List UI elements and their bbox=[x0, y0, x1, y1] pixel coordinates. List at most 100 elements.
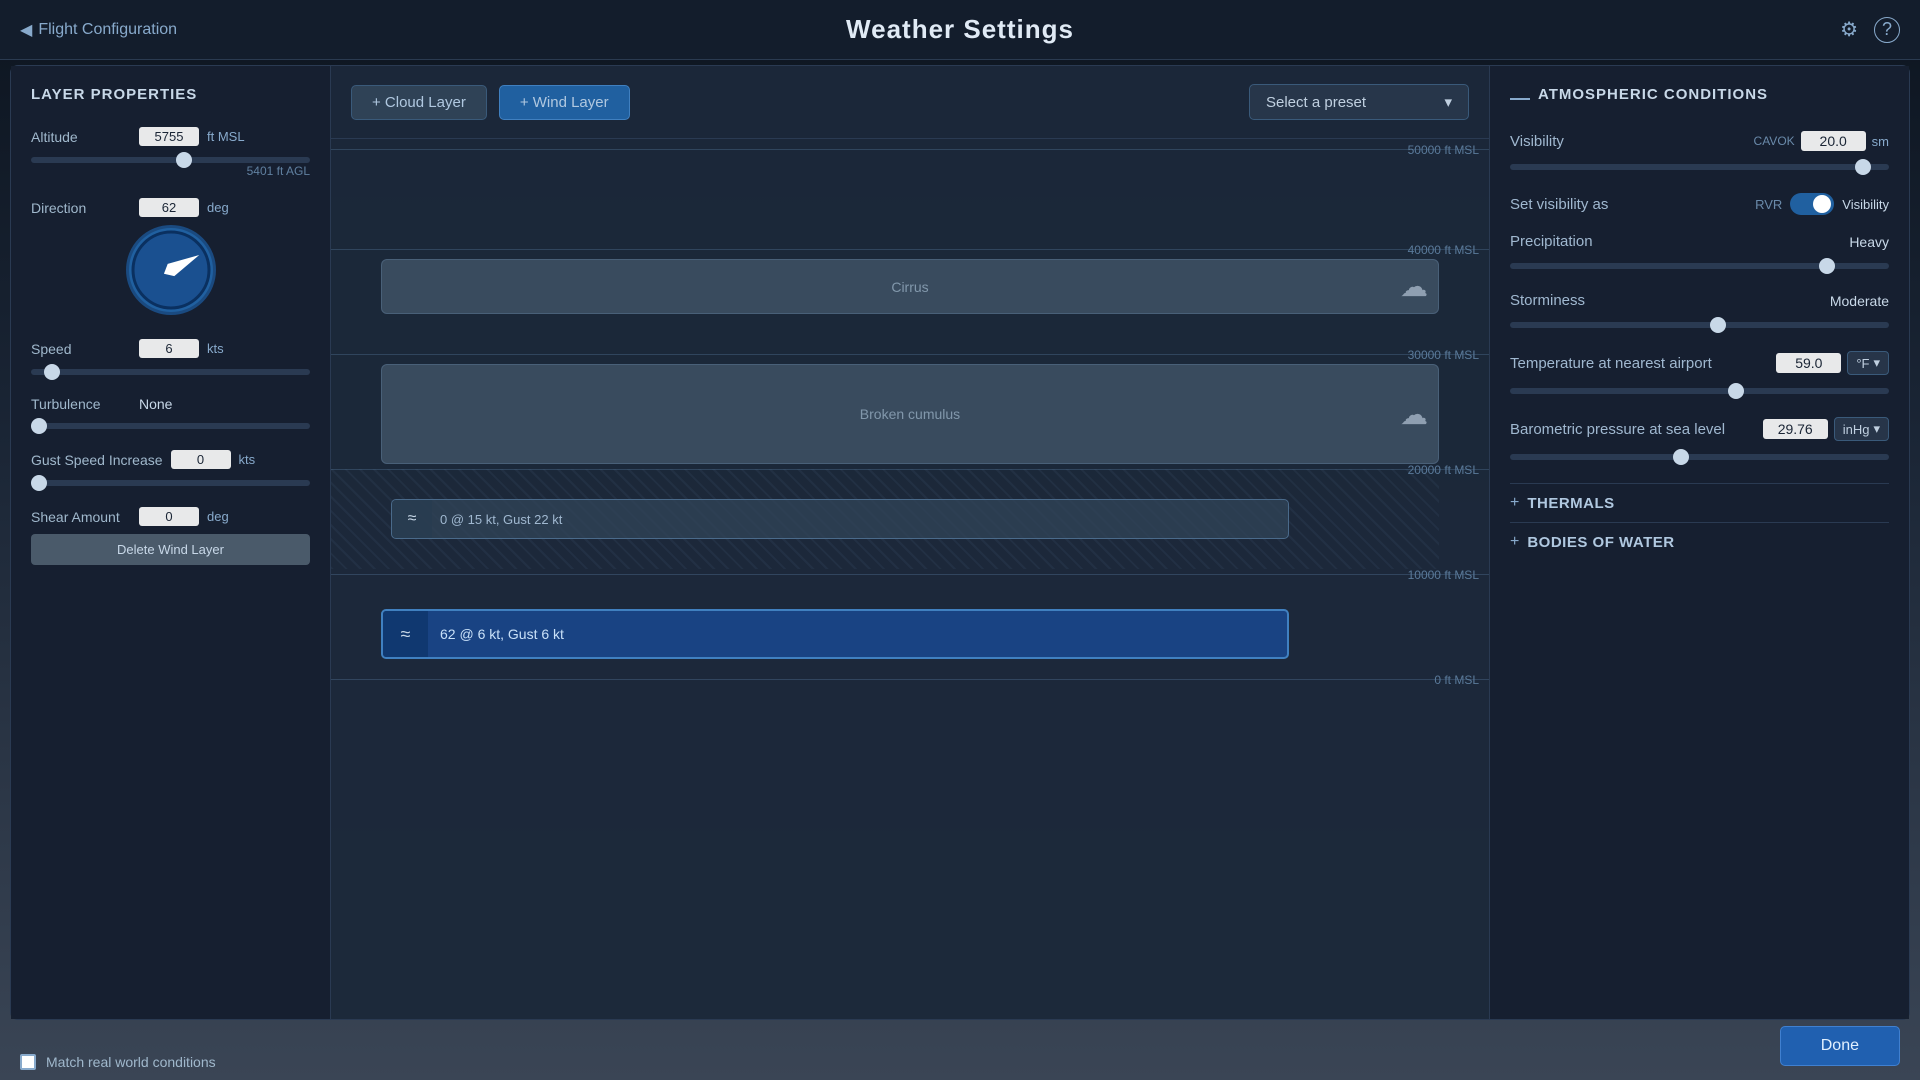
altitude-label: Altitude bbox=[31, 129, 131, 145]
wind-layer-upper-info: 0 @ 15 kt, Gust 22 kt bbox=[440, 512, 562, 527]
set-visibility-label: Set visibility as bbox=[1510, 196, 1608, 213]
barometric-row: Barometric pressure at sea level inHg ▾ bbox=[1510, 417, 1889, 441]
cloud-layer-button[interactable]: + Cloud Layer bbox=[351, 85, 487, 120]
visibility-slider[interactable] bbox=[1510, 164, 1889, 170]
speed-label: Speed bbox=[31, 341, 131, 357]
altitude-label-0: 0 ft MSL bbox=[1434, 673, 1479, 687]
altitude-input[interactable] bbox=[139, 127, 199, 146]
barometric-chevron-icon: ▾ bbox=[1873, 421, 1880, 437]
altitude-label-30000: 30000 ft MSL bbox=[1408, 348, 1479, 362]
gust-speed-row: Gust Speed Increase kts bbox=[31, 450, 310, 469]
preset-dropdown[interactable]: Select a preset ▾ bbox=[1249, 84, 1469, 120]
compass[interactable] bbox=[126, 225, 216, 315]
broken-cumulus-layer[interactable]: Broken cumulus ☁ bbox=[381, 364, 1439, 464]
thermals-plus-icon: + bbox=[1510, 494, 1519, 512]
match-real-world-row: Match real world conditions bbox=[20, 1054, 216, 1070]
altitude-label-40000: 40000 ft MSL bbox=[1408, 243, 1479, 257]
title-line-decoration bbox=[1510, 98, 1530, 100]
shear-label: Shear Amount bbox=[31, 509, 131, 525]
storminess-value: Moderate bbox=[1830, 293, 1889, 309]
speed-input[interactable] bbox=[139, 339, 199, 358]
atmospheric-conditions-label: ATMOSPHERIC CONDITIONS bbox=[1538, 86, 1768, 103]
wind-layer-active-info: 62 @ 6 kt, Gust 6 kt bbox=[428, 626, 564, 642]
bodies-of-water-title: BODIES OF WATER bbox=[1527, 534, 1674, 551]
direction-label: Direction bbox=[31, 200, 131, 216]
barometric-slider[interactable] bbox=[1510, 454, 1889, 460]
turbulence-value: None bbox=[139, 396, 172, 412]
visibility-mode-label: Visibility bbox=[1842, 197, 1889, 212]
visibility-input[interactable] bbox=[1801, 131, 1866, 151]
shear-unit: deg bbox=[207, 509, 229, 524]
altitude-line-40000: 40000 ft MSL bbox=[331, 249, 1489, 250]
left-panel: LAYER PROPERTIES Altitude ft MSL 5401 ft… bbox=[11, 66, 331, 1019]
right-panel: ATMOSPHERIC CONDITIONS Visibility CAVOK … bbox=[1489, 66, 1909, 1019]
temperature-label: Temperature at nearest airport bbox=[1510, 355, 1712, 372]
direction-input[interactable] bbox=[139, 198, 199, 217]
turbulence-slider[interactable] bbox=[31, 423, 310, 429]
visibility-toggle[interactable] bbox=[1790, 193, 1834, 215]
help-icon[interactable]: ? bbox=[1874, 17, 1900, 43]
storminess-row: Storminess Moderate bbox=[1510, 292, 1889, 309]
visibility-label: Visibility bbox=[1510, 133, 1564, 150]
thermals-header[interactable]: + THERMALS bbox=[1510, 483, 1889, 522]
wind-layer-upper[interactable]: ≈ 0 @ 15 kt, Gust 22 kt bbox=[391, 499, 1289, 539]
turbulence-label: Turbulence bbox=[31, 396, 131, 412]
weather-visualization: 50000 ft MSL 40000 ft MSL Cirrus ☁ 30000… bbox=[331, 139, 1489, 1019]
speed-section: Speed kts bbox=[31, 339, 310, 380]
shear-section: Shear Amount deg Delete Wind Layer bbox=[31, 507, 310, 565]
shear-input[interactable] bbox=[139, 507, 199, 526]
gust-speed-slider[interactable] bbox=[31, 480, 310, 486]
temperature-row: Temperature at nearest airport °F ▾ bbox=[1510, 351, 1889, 375]
barometric-label: Barometric pressure at sea level bbox=[1510, 421, 1725, 438]
wind-layer-active[interactable]: ≈ 62 @ 6 kt, Gust 6 kt bbox=[381, 609, 1289, 659]
speed-unit: kts bbox=[207, 341, 224, 356]
precipitation-value: Heavy bbox=[1849, 234, 1889, 250]
temperature-unit-dropdown[interactable]: °F ▾ bbox=[1847, 351, 1889, 375]
back-link[interactable]: ◀ Flight Configuration bbox=[0, 20, 197, 40]
back-label: Flight Configuration bbox=[38, 21, 177, 39]
barometric-unit-dropdown[interactable]: inHg ▾ bbox=[1834, 417, 1889, 441]
precipitation-slider[interactable] bbox=[1510, 263, 1889, 269]
visibility-unit: sm bbox=[1872, 134, 1889, 149]
temperature-unit-label: °F bbox=[1856, 356, 1869, 371]
back-icon: ◀ bbox=[20, 20, 32, 40]
altitude-slider[interactable] bbox=[31, 157, 310, 163]
temperature-section: Temperature at nearest airport °F ▾ bbox=[1510, 351, 1889, 399]
gust-speed-label: Gust Speed Increase bbox=[31, 452, 163, 468]
cirrus-layer[interactable]: Cirrus ☁ bbox=[381, 259, 1439, 314]
top-bar: ◀ Flight Configuration Weather Settings … bbox=[0, 0, 1920, 60]
match-real-world-label: Match real world conditions bbox=[46, 1054, 216, 1070]
compass-svg bbox=[131, 230, 211, 310]
altitude-label-50000: 50000 ft MSL bbox=[1408, 143, 1479, 157]
atmospheric-conditions-title: ATMOSPHERIC CONDITIONS bbox=[1510, 86, 1889, 111]
barometric-input[interactable] bbox=[1763, 419, 1828, 439]
temperature-input[interactable] bbox=[1776, 353, 1841, 373]
speed-slider[interactable] bbox=[31, 369, 310, 375]
storminess-slider[interactable] bbox=[1510, 322, 1889, 328]
gust-speed-input[interactable] bbox=[171, 450, 231, 469]
altitude-line-50000: 50000 ft MSL bbox=[331, 149, 1489, 150]
speed-row: Speed kts bbox=[31, 339, 310, 358]
settings-icon[interactable]: ⚙ bbox=[1840, 17, 1858, 42]
turbulence-row: Turbulence None bbox=[31, 396, 310, 412]
done-button[interactable]: Done bbox=[1780, 1026, 1900, 1066]
direction-section: Direction deg bbox=[31, 198, 310, 323]
direction-unit: deg bbox=[207, 200, 229, 215]
thermals-title: THERMALS bbox=[1527, 495, 1614, 512]
gust-speed-section: Gust Speed Increase kts bbox=[31, 450, 310, 491]
match-real-world-checkbox[interactable] bbox=[20, 1054, 36, 1070]
compass-container bbox=[31, 225, 310, 315]
preset-label: Select a preset bbox=[1266, 94, 1366, 111]
layer-buttons-bar: + Cloud Layer + Wind Layer Select a pres… bbox=[331, 66, 1489, 139]
storminess-section: Storminess Moderate bbox=[1510, 292, 1889, 333]
barometric-section: Barometric pressure at sea level inHg ▾ bbox=[1510, 417, 1889, 465]
temperature-slider[interactable] bbox=[1510, 388, 1889, 394]
barometric-value-group: inHg ▾ bbox=[1763, 417, 1889, 441]
altitude-line-0: 0 ft MSL bbox=[331, 679, 1489, 680]
wind-icon-active: ≈ bbox=[383, 611, 428, 657]
bodies-of-water-header[interactable]: + BODIES OF WATER bbox=[1510, 522, 1889, 561]
wind-layer-button[interactable]: + Wind Layer bbox=[499, 85, 630, 120]
broken-cumulus-label: Broken cumulus bbox=[860, 406, 960, 422]
delete-wind-layer-button[interactable]: Delete Wind Layer bbox=[31, 534, 310, 565]
top-bar-right: ⚙ ? bbox=[1840, 17, 1920, 43]
